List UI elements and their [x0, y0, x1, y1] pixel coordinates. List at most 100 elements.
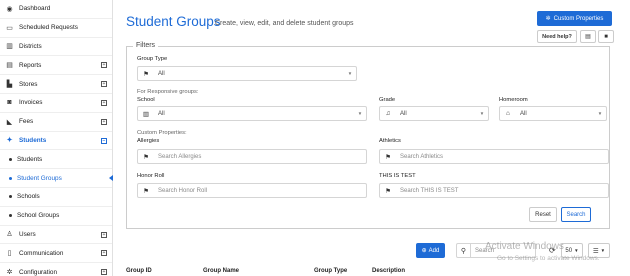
honor-roll-label: Honor Roll	[137, 173, 165, 179]
document-icon: ▯	[7, 250, 12, 258]
sidebar-subitem-student-groups[interactable]: Student Groups	[0, 169, 113, 188]
collapse-icon[interactable]: −	[101, 137, 107, 144]
add-button[interactable]: ⊕ Add	[416, 243, 445, 258]
student-icon: ✦	[6, 137, 13, 145]
dashboard-icon: ◉	[6, 5, 13, 13]
group-type-label: Group Type	[137, 56, 168, 62]
sidebar-item-districts[interactable]: ▥ Districts	[0, 38, 112, 57]
table-header: Group ID Group Name Group Type Descripti…	[126, 266, 610, 276]
page-subtitle: Create, view, edit, and delete student g…	[215, 20, 354, 27]
building-icon: ▥	[6, 43, 13, 51]
group-type-select[interactable]: ⚑ All ▼	[137, 66, 357, 81]
chevron-down-icon: ▼	[357, 111, 363, 116]
sidebar-item-users[interactable]: ♙ Users +	[0, 226, 112, 245]
chevron-down-icon: ▼	[479, 111, 485, 116]
sidebar-item-stores[interactable]: ▙ Stores +	[0, 75, 112, 94]
sidebar-item-label: Students	[19, 136, 47, 144]
chevron-down-icon: ▼	[347, 71, 353, 76]
sidebar-item-configuration[interactable]: ✲ Configuration +	[0, 263, 112, 276]
sidebar-subitem-school-groups[interactable]: School Groups	[0, 207, 112, 226]
activate-windows-subtext: Go to Settings to activate Windows.	[497, 255, 600, 262]
search-icon: ⚲	[457, 244, 471, 257]
sidebar-item-label: Invoices	[19, 99, 43, 107]
honor-roll-search-input[interactable]: ⚑ Search Honor Roll	[137, 183, 367, 198]
expand-icon[interactable]: +	[101, 231, 107, 238]
sidebar-item-label: Configuration	[19, 268, 58, 276]
column-header-group-name[interactable]: Group Name	[203, 268, 239, 274]
calendar-icon: ▭	[6, 24, 13, 32]
sidebar-item-label: School Groups	[17, 212, 60, 220]
page-title: Student Groups	[126, 14, 221, 29]
expand-icon[interactable]: +	[101, 99, 107, 106]
flag-icon: ⚑	[143, 187, 149, 195]
sidebar-item-label: Dashboard	[19, 5, 51, 13]
reset-button[interactable]: Reset	[529, 207, 557, 222]
this-is-test-label: THIS IS TEST	[379, 173, 416, 179]
custom-properties-label: Custom Properties	[553, 15, 604, 22]
allergies-search-input[interactable]: ⚑ Search Allergies	[137, 149, 367, 164]
school-label: School	[137, 97, 155, 103]
school-select[interactable]: ▥ All ▼	[137, 106, 367, 121]
sidebar-item-fees[interactable]: ◣ Fees +	[0, 113, 112, 132]
sidebar-item-communication[interactable]: ▯ Communication +	[0, 244, 112, 264]
bullet-icon	[9, 195, 12, 199]
bullet-icon	[9, 157, 12, 161]
grade-label: Grade	[379, 97, 396, 103]
video-icon: ■	[604, 33, 608, 40]
sidebar-subitem-students[interactable]: Students	[0, 150, 112, 170]
report-icon: ▤	[6, 62, 13, 70]
cart-icon: ▙	[6, 81, 13, 89]
list-icon: ☰	[592, 247, 599, 255]
main-content: Student Groups Create, view, edit, and d…	[113, 0, 630, 276]
sidebar-subitem-schools[interactable]: Schools	[0, 188, 112, 207]
search-button[interactable]: Search	[561, 207, 591, 222]
custom-properties-note: Custom Properties:	[137, 130, 187, 136]
expand-icon[interactable]: +	[101, 81, 107, 88]
sidebar-item-scheduled-requests[interactable]: ▭ Scheduled Requests	[0, 19, 112, 38]
expand-icon[interactable]: +	[101, 269, 107, 276]
grade-select[interactable]: ♫ All ▼	[379, 106, 489, 121]
sidebar-item-label: Fees	[19, 118, 34, 126]
money-icon: ◙	[7, 99, 12, 107]
athletics-label: Athletics	[379, 138, 401, 144]
flag-icon: ⚑	[385, 153, 391, 161]
sidebar-item-label: Scheduled Requests	[19, 24, 78, 32]
need-help-button[interactable]: Need help?	[537, 30, 577, 43]
expand-icon[interactable]: +	[101, 250, 107, 257]
sidebar-item-label: Users	[19, 230, 36, 238]
homeroom-select[interactable]: ⌂ All ▼	[499, 106, 607, 121]
document-button[interactable]: ▤	[580, 30, 596, 43]
column-header-description[interactable]: Description	[372, 268, 405, 274]
column-header-group-type[interactable]: Group Type	[314, 268, 347, 274]
user-icon: ♙	[6, 231, 13, 239]
flag-icon: ⚑	[143, 153, 149, 161]
sidebar-item-reports[interactable]: ▤ Reports +	[0, 56, 112, 76]
building-icon: ▥	[142, 110, 150, 118]
flag-icon: ⚑	[143, 70, 149, 78]
flag-icon: ⚑	[385, 187, 391, 195]
activate-windows-watermark: Activate Windows	[485, 241, 564, 252]
expand-icon[interactable]: +	[101, 62, 107, 69]
responsive-groups-note: For Responsive groups:	[137, 89, 199, 95]
filters-legend: Filters	[133, 42, 159, 49]
column-header-group-id[interactable]: Group ID	[126, 268, 152, 274]
sidebar-item-label: Stores	[19, 80, 38, 88]
sidebar-item-dashboard[interactable]: ◉ Dashboard	[0, 0, 112, 19]
gear-icon: ✲	[6, 269, 13, 276]
athletics-search-input[interactable]: ⚑ Search Athletics	[379, 149, 609, 164]
homeroom-label: Homeroom	[499, 97, 528, 103]
allergies-label: Allergies	[137, 138, 160, 144]
sidebar-item-label: Schools	[17, 193, 40, 201]
sidebar-item-invoices[interactable]: ◙ Invoices +	[0, 94, 112, 113]
custom-properties-button[interactable]: ✲ Custom Properties	[537, 11, 612, 26]
sidebar: ◉ Dashboard ▭ Scheduled Requests ▥ Distr…	[0, 0, 113, 276]
video-button[interactable]: ■	[598, 30, 614, 43]
filters-panel: Filters Group Type ⚑ All ▼ For Responsiv…	[126, 42, 610, 229]
this-is-test-search-input[interactable]: ⚑ Search THIS IS TEST	[379, 183, 609, 198]
bullet-icon	[9, 176, 12, 180]
home-icon: ⌂	[506, 110, 510, 117]
sidebar-item-students[interactable]: ✦ Students −	[0, 132, 112, 151]
document-icon: ▤	[585, 34, 591, 40]
sidebar-item-label: Students	[17, 155, 43, 163]
expand-icon[interactable]: +	[101, 118, 107, 125]
